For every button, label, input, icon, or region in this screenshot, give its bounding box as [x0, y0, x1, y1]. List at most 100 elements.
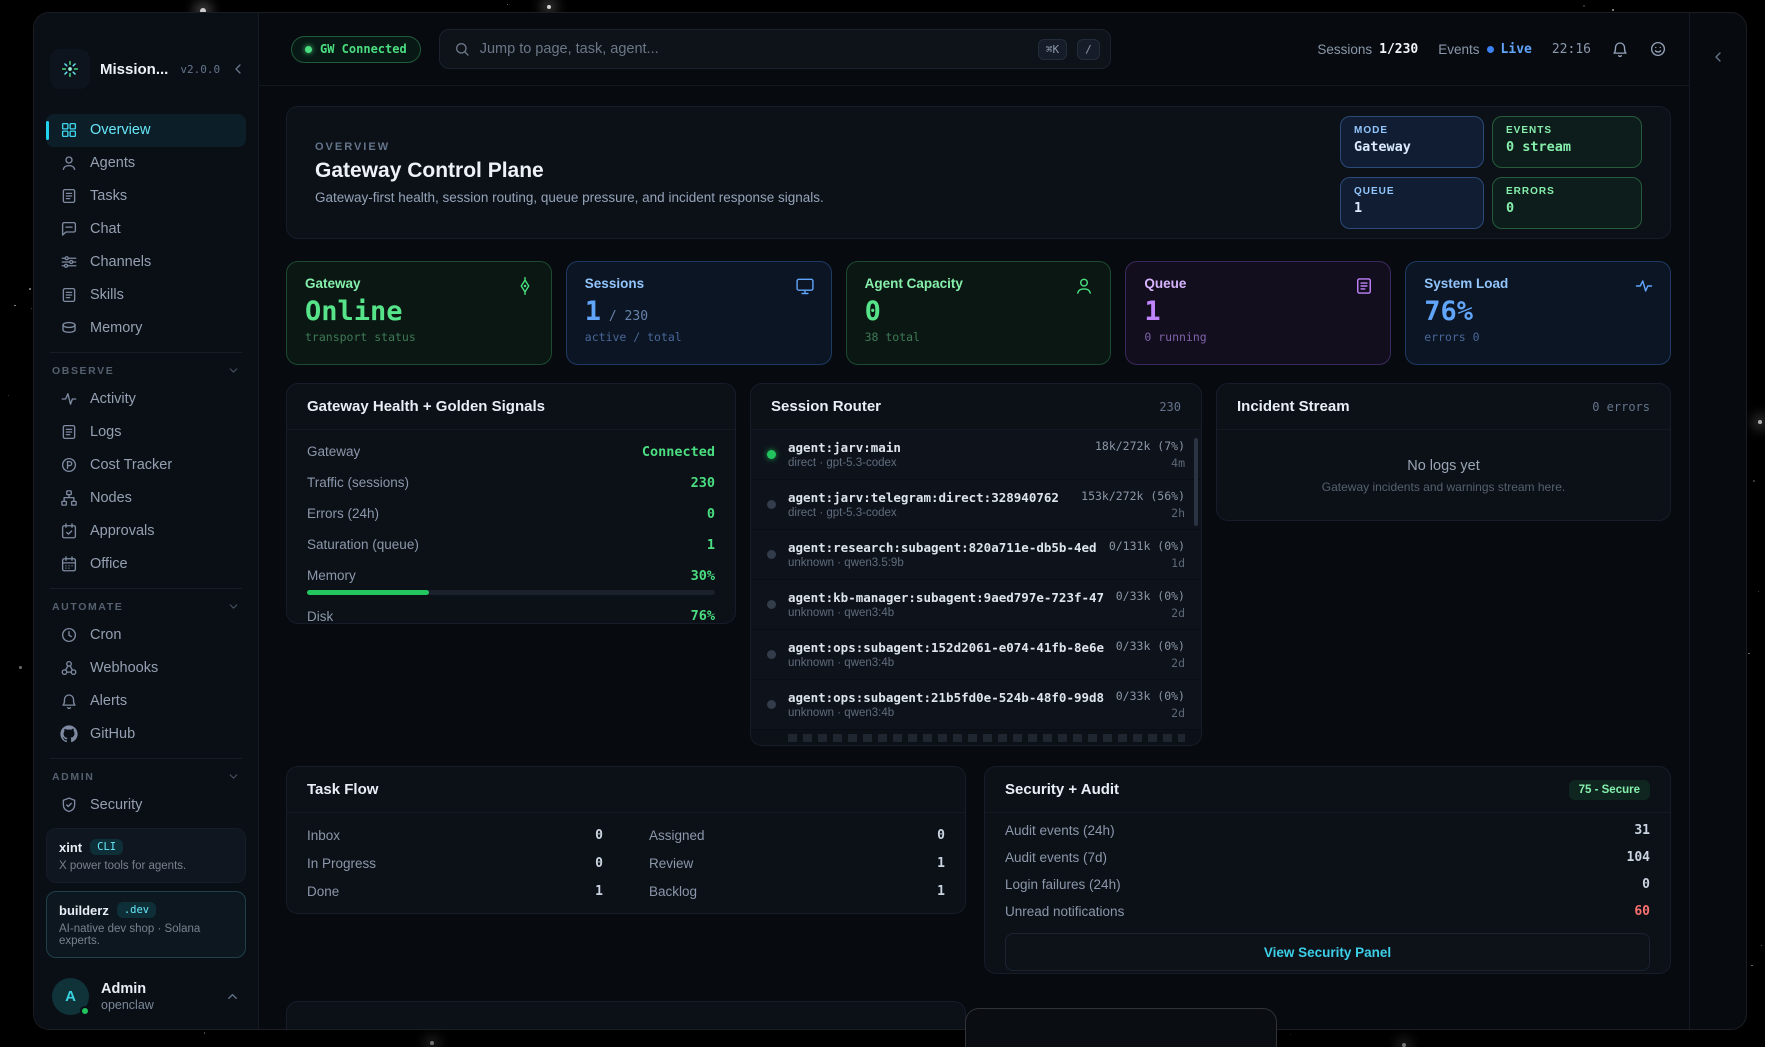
main-column: GW Connected ⌘K / Sessions 1/230 Events — [259, 13, 1689, 1029]
stat-card-system-load: System Load 76% errors 0 — [1405, 261, 1671, 365]
sidebar-item-office[interactable]: Office — [46, 548, 246, 581]
section-admin[interactable]: ADMIN — [46, 765, 246, 789]
divider — [50, 758, 242, 759]
app-title: Mission... — [100, 61, 168, 78]
user-menu[interactable]: A Admin openclaw — [46, 966, 246, 1019]
security-row: Audit events (7d)104 — [1005, 844, 1650, 871]
page-subtitle: Gateway-first health, session routing, q… — [315, 190, 824, 205]
clipped-bottom-panel — [286, 1001, 966, 1029]
sidebar-item-label: Office — [90, 556, 128, 572]
promo-card-builderz[interactable]: builderz .dev AI-native dev shop · Solan… — [46, 891, 246, 958]
sidebar-item-label: Chat — [90, 221, 121, 237]
task-flow-panel: Task Flow Inbox0 Assigned0 In Progress0 … — [286, 766, 966, 914]
session-row[interactable]: agent:kb-manager:subagent:9aed797e-723f-… — [751, 580, 1201, 630]
sidebar-item-label: Approvals — [90, 523, 154, 539]
kbd-slash: / — [1077, 39, 1100, 60]
session-row[interactable]: agent:jarv:maindirect · gpt-5.3-codex 18… — [751, 430, 1201, 480]
background-window-peek — [965, 1008, 1277, 1047]
events-box: EVENTS 0 stream — [1492, 116, 1642, 168]
security-row: Login failures (24h)0 — [1005, 871, 1650, 898]
sidebar-item-chat[interactable]: Chat — [46, 213, 246, 246]
section-observe[interactable]: OBSERVE — [46, 359, 246, 383]
sidebar-item-alerts[interactable]: Alerts — [46, 685, 246, 718]
sidebar-item-github[interactable]: GitHub — [46, 718, 246, 751]
events-live-indicator: Events Live — [1438, 42, 1532, 57]
sidebar-item-security[interactable]: Security — [46, 789, 246, 822]
security-row: Audit events (24h)31 — [1005, 817, 1650, 844]
session-router-panel: Session Router 230 agent:jarv:maindirect… — [750, 383, 1202, 746]
sidebar-item-label: Nodes — [90, 490, 132, 506]
sidebar-item-tasks[interactable]: Tasks — [46, 180, 246, 213]
sidebar-item-label: Activity — [90, 391, 136, 407]
sidebar-item-memory[interactable]: Memory — [46, 312, 246, 345]
sidebar-item-nodes[interactable]: Nodes — [46, 482, 246, 515]
card-value: 76% — [1424, 296, 1652, 327]
sidebar-item-logs[interactable]: Logs — [46, 416, 246, 449]
card-label: System Load — [1424, 276, 1652, 291]
gateway-health-panel: Gateway Health + Golden Signals GatewayC… — [286, 383, 736, 624]
sidebar-item-channels[interactable]: Channels — [46, 246, 246, 279]
health-row: GatewayConnected — [307, 436, 715, 467]
task-flow-row: Inbox0 — [307, 821, 603, 849]
page-header-panel: OVERVIEW Gateway Control Plane Gateway-f… — [286, 106, 1671, 239]
session-row[interactable]: agent:jarv:telegram:direct:328940762dire… — [751, 480, 1201, 530]
right-panel-collapse-icon[interactable] — [1710, 49, 1726, 73]
empty-title: No logs yet — [1407, 458, 1480, 474]
clipped-session-row — [788, 734, 1185, 742]
sidebar-item-label: Webhooks — [90, 660, 158, 676]
session-row[interactable]: agent:ops:subagent:21b5fd0e-524b-48f0-99… — [751, 680, 1201, 730]
sessions-counter: Sessions 1/230 — [1317, 42, 1418, 57]
sidebar-item-activity[interactable]: Activity — [46, 383, 246, 416]
notifications-bell-icon[interactable] — [1611, 40, 1629, 58]
sidebar-item-skills[interactable]: Skills — [46, 279, 246, 312]
gateway-status-badge: GW Connected — [291, 36, 421, 63]
beacon-icon — [515, 276, 535, 296]
activity-icon — [60, 390, 78, 408]
card-sub: errors 0 — [1424, 330, 1652, 344]
sidebar-item-approvals[interactable]: Approvals — [46, 515, 246, 548]
session-row[interactable]: agent:research:subagent:820a711e-db5b-4e… — [751, 530, 1201, 580]
session-status-dot — [767, 600, 776, 609]
sidebar-nav: Overview Agents Tasks Chat Channels — [34, 102, 258, 823]
sidebar-item-overview[interactable]: Overview — [46, 114, 246, 147]
security-score-badge: 75 - Secure — [1569, 780, 1650, 800]
section-automate[interactable]: AUTOMATE — [46, 595, 246, 619]
session-status-dot — [767, 450, 776, 459]
live-dot — [1487, 46, 1494, 53]
card-value: 0 — [865, 296, 1093, 327]
card-label: Agent Capacity — [865, 276, 1093, 291]
panel-title: Security + Audit — [1005, 781, 1119, 798]
sidebar-item-cost-tracker[interactable]: Cost Tracker — [46, 449, 246, 482]
card-sub: 38 total — [865, 330, 1093, 344]
file-text-icon — [60, 187, 78, 205]
sidebar-item-agents[interactable]: Agents — [46, 147, 246, 180]
stat-card-gateway: Gateway Online transport status — [286, 261, 552, 365]
events-label: EVENTS — [1506, 125, 1628, 136]
panel-title: Task Flow — [307, 781, 378, 798]
sidebar-item-webhooks[interactable]: Webhooks — [46, 652, 246, 685]
global-search[interactable]: ⌘K / — [439, 29, 1111, 69]
view-security-panel-button[interactable]: View Security Panel — [1005, 933, 1650, 971]
search-input[interactable] — [480, 41, 1028, 57]
scrollbar-thumb[interactable] — [1194, 438, 1198, 526]
app-window: Mission... v2.0.0 Overview Agents Tasks — [33, 12, 1747, 1030]
sidebar-item-cron[interactable]: Cron — [46, 619, 246, 652]
card-label: Sessions — [585, 276, 813, 291]
promo-badge: .dev — [117, 902, 156, 918]
sidebar-collapse-icon[interactable] — [230, 61, 246, 77]
page-title: Gateway Control Plane — [315, 159, 824, 183]
card-value: 1 — [1144, 296, 1372, 327]
card-label: Queue — [1144, 276, 1372, 291]
file-text-icon — [60, 423, 78, 441]
file-text-icon — [1354, 276, 1374, 296]
session-row[interactable]: agent:ops:subagent:152d2061-e074-41fb-8e… — [751, 630, 1201, 680]
panel-title: Incident Stream — [1237, 398, 1350, 415]
smiley-feedback-icon[interactable] — [1649, 40, 1667, 58]
activity-icon — [1634, 276, 1654, 296]
stat-card-queue: Queue 1 0 running — [1125, 261, 1391, 365]
promo-card-xint[interactable]: xint CLI X power tools for agents. — [46, 828, 246, 883]
error-count: 0 errors — [1592, 400, 1650, 414]
task-flow-row: Review1 — [649, 849, 945, 877]
clock: 22:16 — [1552, 42, 1591, 57]
errors-value: 0 — [1506, 200, 1628, 216]
